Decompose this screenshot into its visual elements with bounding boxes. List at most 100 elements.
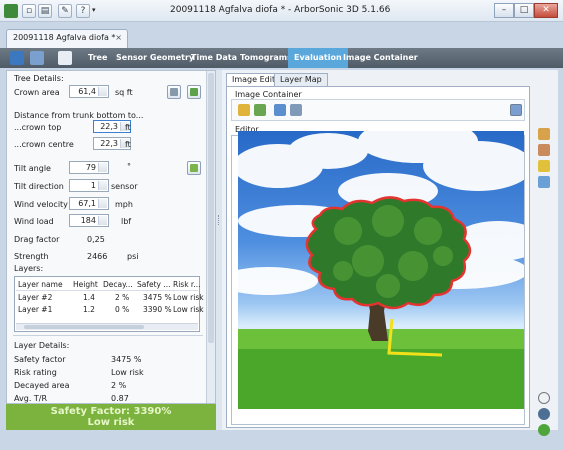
table-cell: Low risk (173, 293, 204, 302)
table-cell: 0 % (115, 305, 130, 314)
wind-load-unit: lbf (121, 217, 132, 226)
report-icon[interactable] (58, 51, 72, 65)
measure-tilt-button[interactable] (187, 161, 201, 175)
app-icon (4, 4, 18, 18)
save-icon[interactable] (10, 51, 24, 65)
close-button[interactable]: ✕ (534, 3, 558, 18)
risk-summary: Low risk (87, 417, 135, 428)
table-cell[interactable]: Layer #2 (18, 293, 52, 302)
image-container-label: Image Container (235, 90, 302, 99)
wind-load-input[interactable]: 184 (69, 214, 109, 227)
outline-tool-icon[interactable] (538, 128, 550, 140)
new-file-icon[interactable]: ▫ (22, 4, 36, 18)
maximize-button[interactable]: □ (514, 3, 534, 18)
safety-factor-summary: Safety Factor: 3390% (50, 406, 172, 417)
help-icon[interactable]: ? (76, 4, 90, 18)
zoom-icon[interactable] (538, 392, 550, 404)
crown-top-label: ...crown top (14, 123, 62, 132)
title-bar: ▫ ▤ ✎ ? ▾ 20091118 Agfalva diofa * - Arb… (0, 0, 563, 22)
layer-details-header: Layer Details: (14, 341, 70, 350)
dropdown-arrow-icon[interactable]: ▾ (92, 6, 96, 14)
strength-unit: psi (127, 252, 139, 261)
document-tab-label: 20091118 Agfalva diofa * (13, 33, 116, 42)
open-image-icon[interactable] (238, 104, 250, 116)
export-icon[interactable] (30, 51, 44, 65)
tab-layer-map[interactable]: Layer Map (274, 73, 328, 86)
view-icon[interactable] (538, 408, 550, 420)
column-header[interactable]: Risk r... (173, 280, 200, 289)
avg-tr-value: 0.87 (111, 394, 129, 403)
drag-factor-label: Drag factor (14, 235, 60, 244)
safety-factor-value: 3475 % (111, 355, 142, 364)
wind-velocity-unit: mph (115, 200, 133, 209)
crown-centre-label: ...crown centre (14, 140, 74, 149)
safety-factor-banner: Safety Factor: 3390% Low risk (6, 404, 216, 430)
table-cell: 1.4 (83, 293, 95, 302)
crown-area-unit: sq ft (115, 88, 133, 97)
crown-top-unit: ft (125, 123, 131, 132)
tree-photo[interactable] (238, 131, 524, 409)
close-tab-icon[interactable]: × (115, 33, 122, 42)
wind-load-label: Wind load (14, 217, 54, 226)
drag-factor-value: 0,25 (87, 235, 105, 244)
calculator-icon (170, 88, 178, 96)
divider (13, 335, 203, 336)
table-cell: 1.2 (83, 305, 95, 314)
pen-icon[interactable]: ✎ (58, 4, 72, 18)
document-tab-strip: 20091118 Agfalva diofa * × (0, 22, 563, 48)
grip-icon (218, 215, 220, 225)
table-cell: 3390 % (143, 305, 172, 314)
distance-header: Distance from trunk bottom to... (14, 111, 144, 120)
leaf-icon[interactable] (538, 424, 550, 436)
table-horizontal-scrollbar[interactable] (16, 323, 198, 330)
tilt-angle-unit: ° (127, 162, 131, 171)
column-header[interactable]: Decay... (103, 280, 133, 289)
decayed-area-label: Decayed area (14, 381, 70, 390)
strength-label: Strength (14, 252, 49, 261)
strength-value: 2466 (87, 252, 108, 261)
scrollbar-thumb[interactable] (208, 73, 214, 343)
tree-image-icon (190, 88, 198, 96)
panel-vertical-scrollbar[interactable] (206, 71, 215, 403)
safety-factor-label: Safety factor (14, 355, 66, 364)
copy-icon[interactable] (538, 176, 550, 188)
tilt-angle-input[interactable]: 79 (69, 161, 109, 174)
tilt-angle-label: Tilt angle (14, 164, 51, 173)
decayed-area-value: 2 % (111, 381, 127, 390)
table-cell: Low risk (173, 305, 204, 314)
tilt-direction-unit: sensor (111, 182, 138, 191)
tab-image-container[interactable]: Image Container (337, 48, 424, 68)
tilt-direction-input[interactable]: 1 (69, 179, 109, 192)
column-header[interactable]: Layer name (18, 280, 63, 289)
crown-tool-icon[interactable] (538, 144, 550, 156)
tree-photo-svg (238, 131, 524, 409)
layers-table[interactable]: Layer name Height Decay... Safety ... Ri… (14, 276, 204, 332)
document-tab[interactable]: 20091118 Agfalva diofa * × (6, 29, 128, 48)
minimize-button[interactable]: – (494, 3, 514, 18)
open-folder-icon[interactable]: ▤ (38, 4, 52, 18)
scrollbar-thumb[interactable] (24, 325, 144, 329)
image-container-strip (231, 99, 525, 121)
column-header[interactable]: Safety ... (137, 280, 171, 289)
editor-side-toolbar (532, 86, 556, 436)
crown-image-button[interactable] (187, 85, 201, 99)
table-cell: 2 % (115, 293, 130, 302)
column-header[interactable]: Height (73, 280, 98, 289)
add-image-icon[interactable] (254, 104, 266, 116)
table-cell[interactable]: Layer #1 (18, 305, 52, 314)
save-image-icon[interactable] (290, 104, 302, 116)
tab-tree[interactable]: Tree (82, 48, 113, 68)
table-cell: 3475 % (143, 293, 172, 302)
risk-rating-value: Low risk (111, 368, 144, 377)
import-image-icon[interactable] (274, 104, 286, 116)
crown-area-input[interactable]: 61,4 (69, 85, 109, 98)
crown-centre-unit: ft (125, 140, 131, 149)
tilt-direction-label: Tilt direction (14, 182, 64, 191)
calculator-button[interactable] (167, 85, 181, 99)
wind-velocity-label: Wind velocity (14, 200, 68, 209)
evaluation-panel: Tree Details: Crown area 61,4 sq ft Dist… (6, 70, 216, 404)
wind-velocity-input[interactable]: 67,1 (69, 197, 109, 210)
gallery-icon[interactable] (510, 104, 522, 116)
crown-area-label: Crown area (14, 88, 60, 97)
trunk-tool-icon[interactable] (538, 160, 550, 172)
